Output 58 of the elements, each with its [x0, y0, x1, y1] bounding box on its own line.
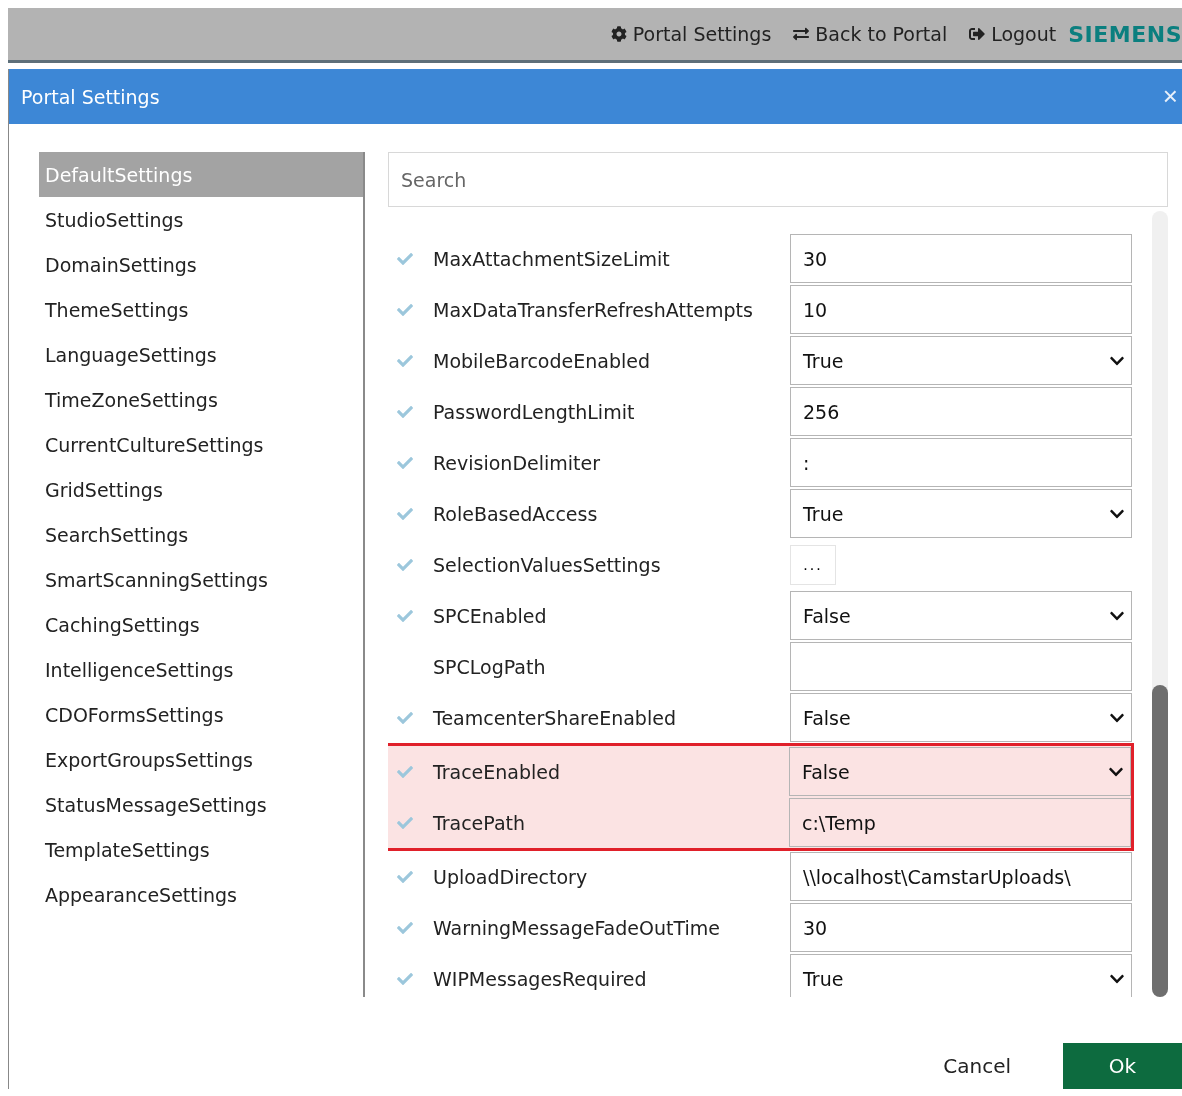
sidebar-item[interactable]: StatusMessageSettings [39, 782, 363, 827]
value-field[interactable]: 256 [790, 387, 1132, 436]
search-field[interactable]: Search [388, 152, 1168, 207]
scrollbar-thumb[interactable] [1152, 685, 1168, 997]
value-field[interactable]: : [790, 438, 1132, 487]
sidebar-item[interactable]: LanguageSettings [39, 332, 363, 377]
exchange-icon [793, 26, 810, 42]
sidebar-item[interactable]: StudioSettings [39, 197, 363, 242]
setting-name: RoleBasedAccess [433, 502, 599, 525]
logout-icon [969, 26, 986, 42]
value-field[interactable] [790, 642, 1132, 691]
value-dropdown[interactable]: True [790, 954, 1132, 997]
dialog-title: Portal Settings [21, 85, 160, 108]
sidebar-item[interactable]: DomainSettings [39, 242, 363, 287]
sidebar-item[interactable]: CurrentCultureSettings [39, 422, 363, 467]
top-link[interactable]: Logout [969, 23, 1057, 45]
setting-name: TeamcenterShareEnabled [433, 706, 677, 729]
value-dropdown[interactable]: False [790, 693, 1132, 742]
more-button[interactable]: ... [790, 544, 836, 585]
setting-name: MaxDataTransferRefreshAttempts [433, 298, 754, 321]
setting-name: SPCEnabled [433, 604, 548, 627]
setting-name: SPCLogPath [433, 655, 547, 678]
setting-name: MaxAttachmentSizeLimit [433, 247, 671, 270]
sidebar-item[interactable]: AppearanceSettings [39, 872, 363, 917]
value-field[interactable]: 30 [790, 234, 1132, 283]
setting-name: TracePath [432, 811, 527, 834]
sidebar-item[interactable]: ThemeSettings [39, 287, 363, 332]
value-dropdown[interactable]: False [789, 747, 1131, 796]
sidebar-item[interactable]: TemplateSettings [39, 827, 363, 872]
setting-name: UploadDirectory [433, 865, 589, 888]
setting-name: TraceEnabled [432, 760, 562, 783]
value-dropdown[interactable]: True [790, 336, 1132, 385]
scrollbar-track[interactable] [1152, 211, 1168, 997]
sidebar-item[interactable]: CachingSettings [39, 602, 363, 647]
sidebar-item[interactable]: CDOFormsSettings [39, 692, 363, 737]
setting-name: MobileBarcodeEnabled [433, 349, 651, 372]
value-field[interactable]: 30 [790, 903, 1132, 952]
gear-icon [610, 26, 627, 42]
sidebar-item[interactable]: ExportGroupsSettings [39, 737, 363, 782]
value-field[interactable]: 10 [790, 285, 1132, 334]
setting-name: WIPMessagesRequired [433, 967, 648, 990]
ok-button[interactable]: Ok [1063, 1043, 1182, 1089]
brand-logo: SIEMENS [1068, 21, 1182, 47]
setting-name: SelectionValuesSettings [433, 553, 662, 576]
sidebar-item[interactable]: GridSettings [39, 467, 363, 512]
setting-name: PasswordLengthLimit [433, 400, 636, 423]
setting-name: RevisionDelimiter [433, 451, 602, 474]
cancel-button[interactable]: Cancel [937, 1053, 1017, 1079]
value-field[interactable]: c:\Temp [789, 798, 1131, 847]
value-field[interactable]: \\localhost\CamstarUploads\ [790, 852, 1132, 901]
link-label: Logout [991, 23, 1057, 45]
sidebar-item[interactable]: SearchSettings [39, 512, 363, 557]
sidebar-item[interactable]: IntelligenceSettings [39, 647, 363, 692]
sidebar-item[interactable]: SmartScanningSettings [39, 557, 363, 602]
value-dropdown[interactable]: False [790, 591, 1132, 640]
setting-name: WarningMessageFadeOutTime [433, 916, 721, 939]
sidebar-item[interactable]: TimeZoneSettings [39, 377, 363, 422]
value-dropdown[interactable]: True [790, 489, 1132, 538]
